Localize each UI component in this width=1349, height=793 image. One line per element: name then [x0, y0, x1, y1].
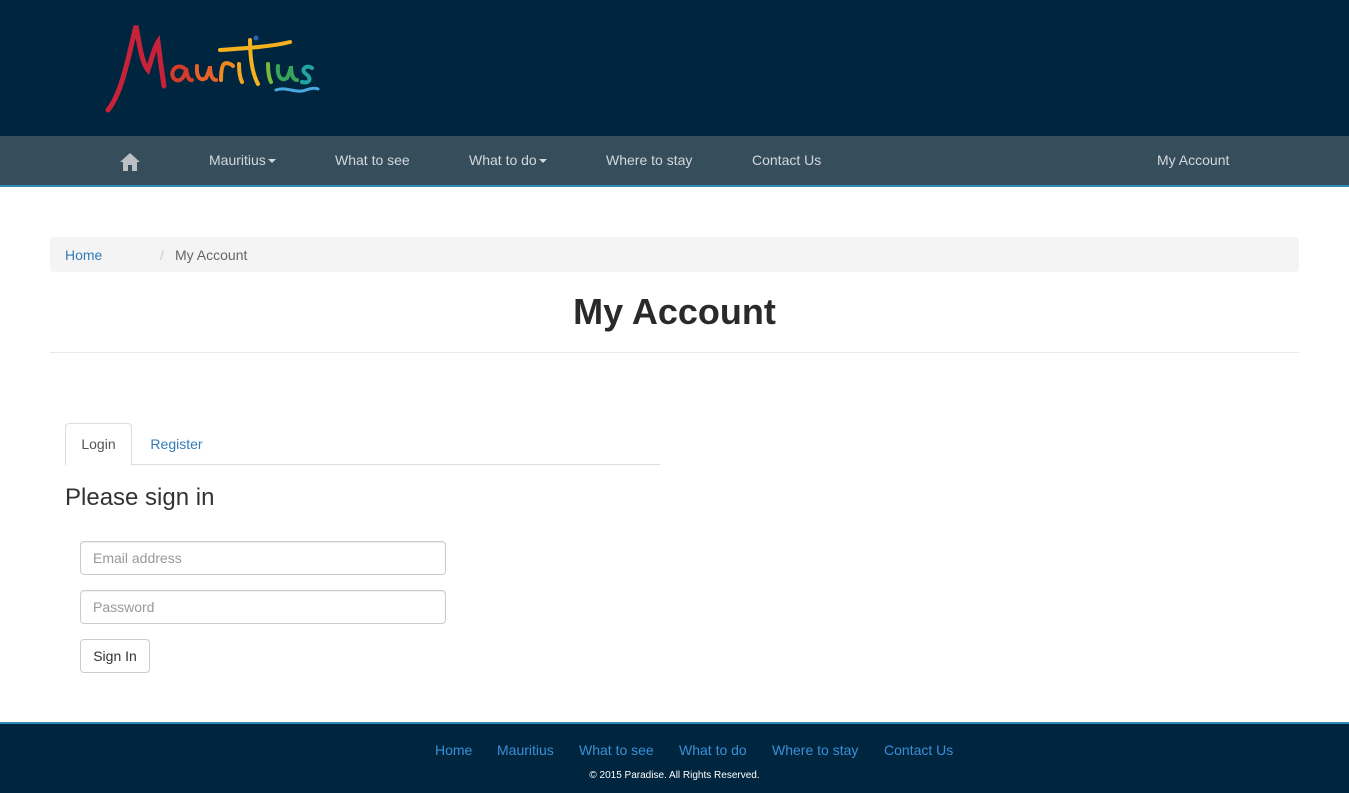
signin-heading: Please sign in: [65, 484, 215, 511]
caret-down-icon: [538, 159, 547, 164]
tabs-underline: [65, 464, 660, 465]
breadcrumb: Home / My Account: [50, 237, 1299, 272]
title-divider: [50, 352, 1299, 353]
footer-link-what-to-do[interactable]: What to do: [679, 742, 747, 758]
breadcrumb-current: My Account: [175, 247, 248, 263]
tab-register[interactable]: Register: [132, 423, 221, 464]
site-footer: Home Mauritius What to see What to do Wh…: [0, 722, 1349, 793]
nav-item-label: What to see: [335, 152, 410, 168]
tab-login[interactable]: Login: [65, 423, 132, 466]
footer-link-what-to-see[interactable]: What to see: [579, 742, 654, 758]
mauritius-logo[interactable]: [100, 18, 325, 118]
nav-item-my-account[interactable]: My Account: [1157, 136, 1229, 185]
breadcrumb-separator: /: [160, 247, 164, 263]
nav-item-where-to-stay[interactable]: Where to stay: [606, 136, 692, 185]
nav-item-label: What to do: [469, 152, 537, 168]
caret-down-icon: [267, 159, 276, 164]
footer-link-mauritius[interactable]: Mauritius: [497, 742, 554, 758]
password-field[interactable]: [80, 590, 446, 624]
footer-link-home[interactable]: Home: [435, 742, 472, 758]
footer-link-where-to-stay[interactable]: Where to stay: [772, 742, 858, 758]
breadcrumb-home-link[interactable]: Home: [65, 237, 102, 273]
site-header: [0, 0, 1349, 136]
nav-item-label: Where to stay: [606, 152, 693, 168]
nav-item-what-to-do[interactable]: What to do: [469, 136, 547, 185]
home-icon[interactable]: [119, 151, 141, 173]
email-field[interactable]: [80, 541, 446, 575]
nav-item-label: Contact Us: [752, 152, 822, 168]
nav-item-label: My Account: [1157, 152, 1230, 168]
nav-item-label: Mauritius: [209, 152, 266, 168]
nav-item-what-to-see[interactable]: What to see: [335, 136, 410, 185]
page-title: My Account: [573, 291, 776, 332]
copyright-text: © 2015 Paradise. All Rights Reserved.: [589, 770, 760, 781]
nav-item-mauritius[interactable]: Mauritius: [209, 136, 276, 185]
sign-in-button[interactable]: Sign In: [80, 639, 150, 673]
nav-item-contact-us[interactable]: Contact Us: [752, 136, 821, 185]
footer-link-contact-us[interactable]: Contact Us: [884, 742, 953, 758]
